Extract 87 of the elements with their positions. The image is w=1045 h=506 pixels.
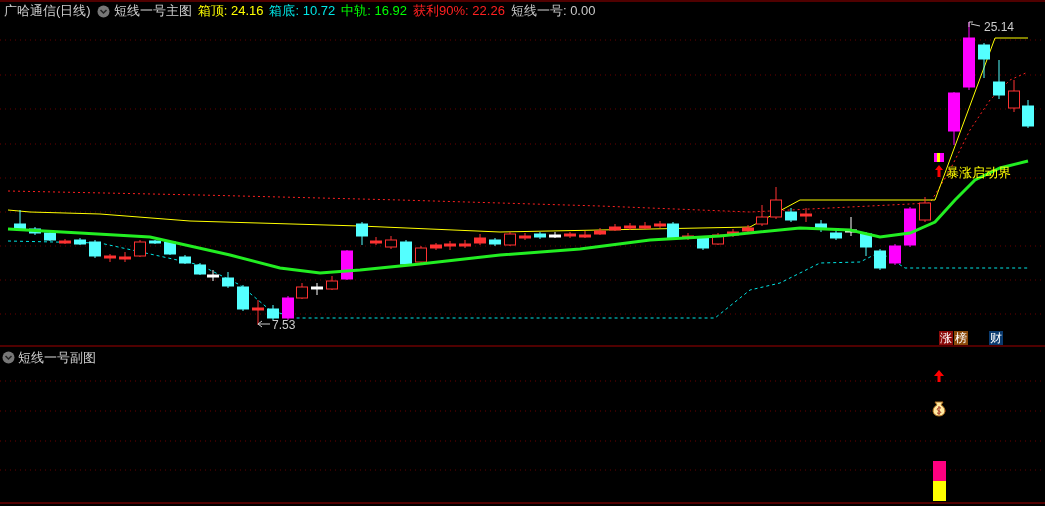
candlestick — [919, 196, 931, 223]
signal-bar — [933, 461, 946, 481]
stock-title: 广哈通信(日线) — [4, 2, 91, 21]
candlestick — [194, 262, 206, 276]
candlestick — [311, 282, 323, 296]
indicator-reading: 短线一号: 0.00 — [510, 2, 596, 21]
candlestick — [489, 237, 501, 247]
candlestick — [874, 248, 886, 271]
candlestick — [149, 239, 161, 245]
candlestick — [370, 236, 382, 246]
candlestick — [400, 239, 412, 266]
badge: 涨 — [939, 331, 953, 345]
up-arrow-icon — [934, 370, 944, 382]
candlestick — [74, 237, 86, 246]
candlestick — [326, 275, 338, 291]
candlestick — [785, 207, 797, 223]
candlestick — [594, 227, 606, 236]
candlestick — [770, 186, 782, 220]
chevron-down-icon — [96, 4, 110, 18]
candlestick — [119, 251, 131, 263]
candlestick — [697, 235, 709, 251]
candlestick — [164, 240, 176, 256]
candlestick — [474, 233, 486, 246]
candlestick — [29, 226, 41, 236]
candlestick — [860, 231, 872, 257]
indicator-dropdown[interactable]: 短线一号主图 — [96, 1, 192, 21]
indicator-reading: 箱底: 10.72 — [269, 2, 336, 21]
money-bag-icon — [932, 401, 946, 417]
high-price-label: 25.14 — [984, 20, 1015, 34]
candlestick — [609, 223, 621, 232]
candlestick — [267, 304, 279, 321]
candlestick — [800, 207, 812, 223]
candlestick — [993, 59, 1005, 100]
candlestick — [444, 240, 456, 251]
candlestick — [756, 204, 768, 227]
candlestick — [89, 239, 101, 259]
candlestick — [564, 231, 576, 239]
candlestick — [830, 229, 842, 241]
candlestick — [341, 249, 353, 281]
candlestick — [579, 230, 591, 239]
candlestick — [415, 245, 427, 264]
candlestick — [179, 254, 191, 265]
candlestick — [504, 231, 516, 247]
badge: 榜 — [954, 331, 968, 345]
low-marker-icon — [257, 320, 271, 328]
candlestick — [624, 222, 636, 231]
candlestick — [282, 295, 294, 321]
candlestick — [1022, 99, 1034, 129]
candlestick — [222, 271, 234, 289]
candlestick — [978, 42, 990, 79]
candlestick — [252, 299, 264, 326]
candlestick — [356, 221, 368, 246]
candlestick — [44, 230, 56, 242]
candlestick — [207, 269, 219, 282]
candlestick — [237, 284, 249, 312]
signal-bar — [933, 481, 946, 501]
candlestick — [296, 282, 308, 300]
candlestick — [727, 228, 739, 238]
candlestick — [134, 239, 146, 258]
candlestick — [682, 232, 694, 241]
candlestick — [712, 232, 724, 246]
candlestick — [889, 243, 901, 266]
high-marker-icon — [968, 21, 981, 28]
candlestick — [948, 91, 960, 146]
striped-signal-icon — [934, 153, 944, 162]
candlestick — [639, 221, 651, 230]
candlestick — [104, 253, 116, 263]
candlestick — [430, 242, 442, 251]
candlestick — [519, 232, 531, 241]
candlestick — [845, 216, 857, 237]
low-price-label: 7.53 — [272, 318, 296, 332]
indicator-reading: 中轨: 16.92 — [341, 2, 408, 21]
candlestick — [815, 219, 827, 233]
candlestick — [59, 238, 71, 245]
candlestick — [742, 224, 754, 234]
up-arrow-icon — [935, 165, 943, 177]
sub-panel-dropdown[interactable]: 短线一号副图 — [2, 348, 96, 368]
chevron-down-icon — [2, 351, 15, 365]
indicator-reading: 箱顶: 24.16 — [197, 2, 264, 21]
candlestick — [549, 231, 561, 239]
candlestick — [534, 231, 546, 240]
candlestick — [385, 235, 397, 250]
candlestick — [904, 206, 916, 248]
badge: 财 — [989, 331, 1003, 345]
indicator-reading: 获利90%: 22.26 — [413, 2, 505, 21]
candlestick — [459, 239, 471, 249]
candlestick — [1008, 79, 1020, 113]
